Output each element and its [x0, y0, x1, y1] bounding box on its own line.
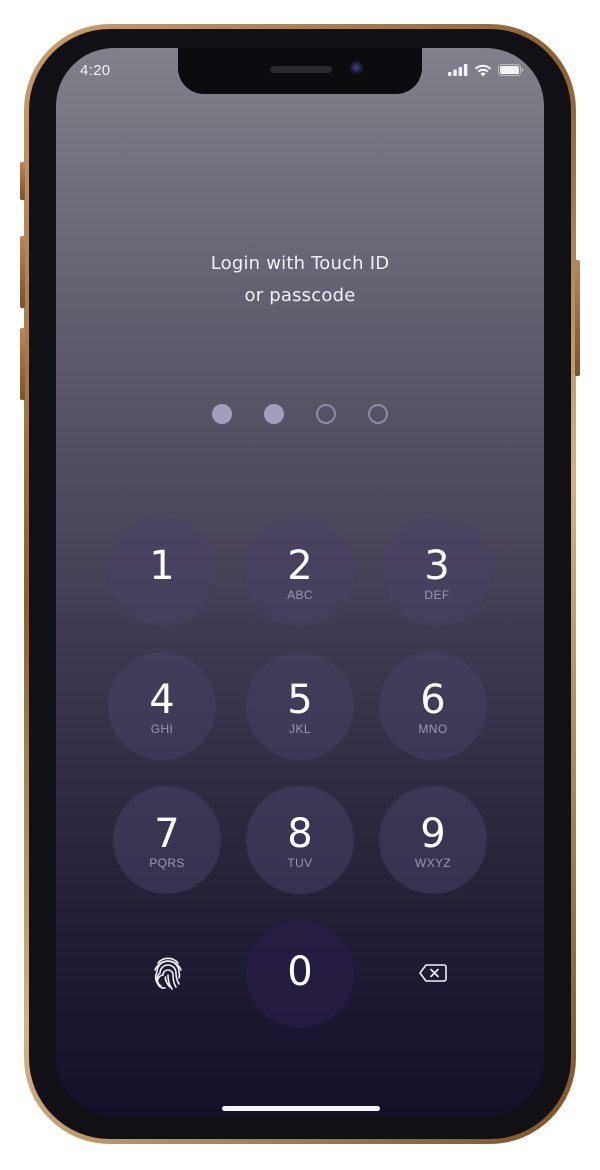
lock-screen: 4:20 Login with Touch ID or passcode 1 2… — [56, 48, 544, 1116]
key-digit: 8 — [287, 811, 313, 857]
passcode-dot — [212, 404, 232, 424]
key-6[interactable]: 6 MNO — [379, 652, 487, 760]
volume-up-button — [20, 236, 25, 308]
key-2[interactable]: 2 ABC — [246, 518, 354, 626]
key-digit: 3 — [424, 543, 450, 589]
status-time: 4:20 — [80, 62, 111, 79]
key-4[interactable]: 4 GHI — [108, 652, 216, 760]
key-letters: ABC — [287, 588, 313, 602]
front-camera — [350, 61, 364, 75]
key-3[interactable]: 3 DEF — [383, 518, 491, 626]
key-1[interactable]: 1 — [108, 518, 216, 626]
prompt-line-2: or passcode — [244, 285, 356, 306]
key-8[interactable]: 8 TUV — [246, 786, 354, 894]
home-indicator[interactable] — [222, 1106, 380, 1111]
key-letters: PQRS — [149, 856, 185, 870]
key-digit: 0 — [287, 949, 313, 995]
key-digit: 5 — [287, 677, 313, 723]
status-icons — [448, 62, 524, 78]
key-letters: DEF — [424, 588, 450, 602]
silent-switch — [20, 162, 25, 200]
key-letters: MNO — [418, 722, 448, 736]
volume-down-button — [20, 328, 25, 400]
earpiece-speaker — [270, 66, 332, 73]
key-digit: 7 — [154, 811, 180, 857]
key-5[interactable]: 5 JKL — [246, 652, 354, 760]
notch — [178, 48, 422, 94]
key-letters: JKL — [289, 722, 311, 736]
key-0[interactable]: 0 — [246, 920, 354, 1028]
wifi-icon — [474, 64, 492, 76]
passcode-dot — [316, 404, 336, 424]
delete-backspace-icon[interactable] — [418, 963, 448, 983]
key-digit: 6 — [420, 677, 446, 723]
key-letters: TUV — [287, 856, 313, 870]
key-letters: GHI — [150, 722, 174, 736]
passcode-dot — [368, 404, 388, 424]
key-9[interactable]: 9 WXYZ — [379, 786, 487, 894]
key-digit: 4 — [149, 677, 175, 723]
battery-icon — [498, 64, 524, 76]
key-digit: 1 — [149, 543, 175, 589]
prompt-line-1: Login with Touch ID — [210, 253, 390, 274]
passcode-dots — [212, 404, 388, 424]
key-digit: 2 — [287, 543, 313, 589]
key-letters: WXYZ — [414, 856, 452, 870]
key-7[interactable]: 7 PQRS — [113, 786, 221, 894]
power-button — [575, 260, 580, 376]
signal-icon — [448, 64, 468, 76]
passcode-dot — [264, 404, 284, 424]
key-digit: 9 — [420, 811, 446, 857]
fingerprint-icon[interactable] — [150, 954, 186, 990]
